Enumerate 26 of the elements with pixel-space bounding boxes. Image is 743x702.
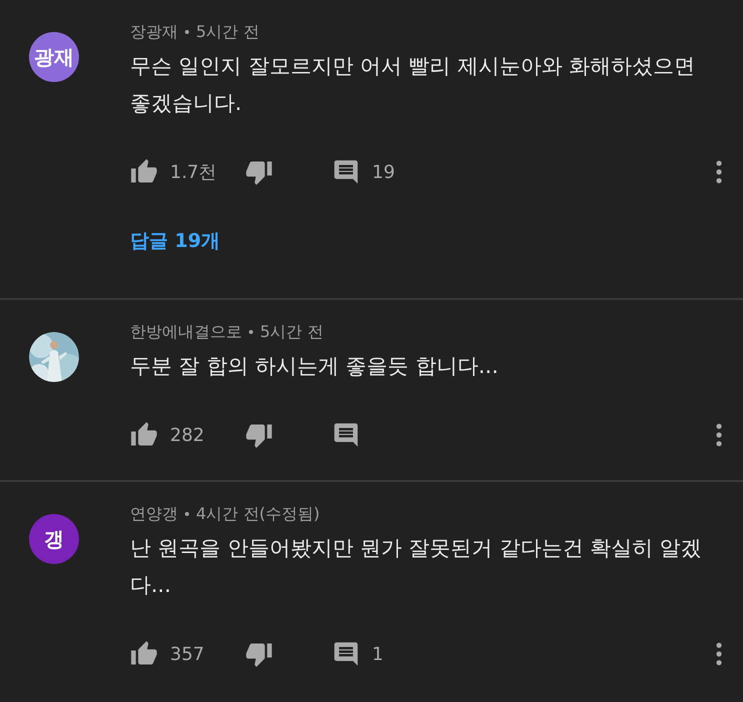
timestamp: 5시간 전 xyxy=(260,322,324,342)
author-name[interactable]: 한방에내결으로 xyxy=(130,322,242,342)
view-replies-link[interactable]: 답글 19개 xyxy=(130,228,220,254)
like-count: 357 xyxy=(170,644,204,664)
timestamp: 5시간 전 xyxy=(196,22,260,42)
more-options-icon[interactable] xyxy=(715,159,723,185)
like-count: 1.7천 xyxy=(170,161,217,184)
separator-dot xyxy=(185,30,189,34)
comment-text: 난 원곡을 안들어봤지만 뭔가 잘못된거 같다는건 확실히 알겠다... xyxy=(130,535,703,599)
comment-icon[interactable] xyxy=(332,640,360,668)
comment-icon[interactable] xyxy=(332,421,360,449)
more-options-icon[interactable] xyxy=(715,422,723,448)
author-name[interactable]: 연양갱 xyxy=(130,504,178,524)
more-options-icon[interactable] xyxy=(715,641,723,667)
like-count: 282 xyxy=(170,424,204,446)
avatar[interactable]: 광재 xyxy=(29,32,79,82)
timestamp: 4시간 전(수정됨) xyxy=(196,504,320,524)
avatar[interactable]: 갱 xyxy=(29,514,79,564)
comment-text: 무슨 일인지 잘모르지만 어서 빨리 제시눈아와 화해하셨으면 좋겠습니다. xyxy=(130,53,696,117)
comment-text: 두분 잘 합의 하시는게 좋을듯 합니다... xyxy=(130,353,500,380)
reply-count: 19 xyxy=(372,162,395,182)
separator-dot xyxy=(249,330,253,334)
reply-count: 1 xyxy=(372,644,384,664)
author-name[interactable]: 장광재 xyxy=(130,22,178,42)
separator-dot xyxy=(185,512,189,516)
comment-icon[interactable] xyxy=(332,158,360,186)
